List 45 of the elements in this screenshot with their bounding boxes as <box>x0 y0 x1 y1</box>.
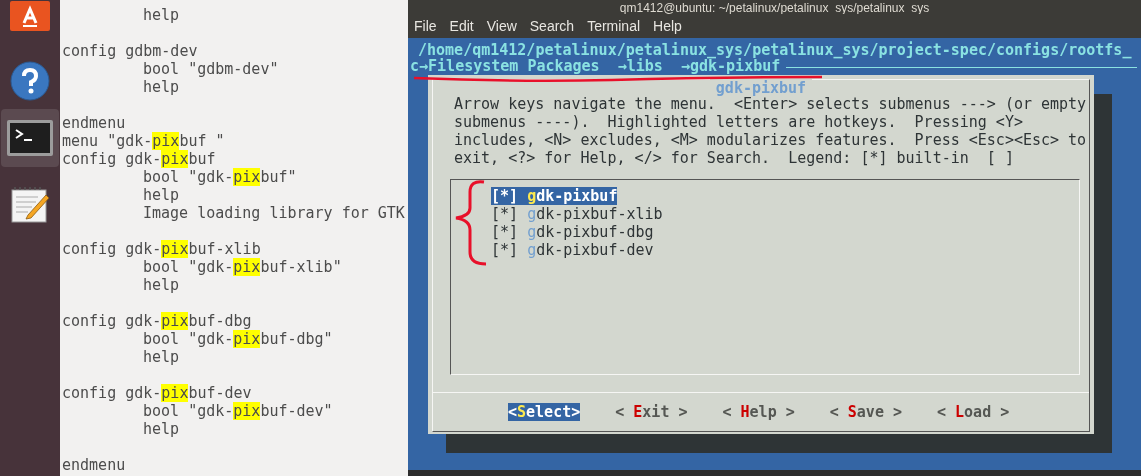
dialog-button[interactable]: < Save > <box>829 403 902 421</box>
menu-item[interactable]: File <box>414 15 437 37</box>
code-line: config gdk-pixbuf <box>62 150 217 168</box>
menu-item[interactable]: Terminal <box>587 15 641 37</box>
code-line: help <box>142 276 181 294</box>
code-line: config gdk-pixbuf-dbg <box>62 312 253 330</box>
dialog-button[interactable]: < Load > <box>937 403 1010 421</box>
launcher-item[interactable] <box>1 109 59 167</box>
breadcrumb: c→Filesystem Packages →libs →gdk-pixbuf <box>409 59 781 74</box>
menu-item[interactable]: Edit <box>449 15 474 37</box>
code-line: bool "gdk-pixbuf-xlib" <box>142 258 343 276</box>
code-line: bool "gdk-pixbuf" <box>142 168 298 186</box>
code-line: help <box>142 420 181 438</box>
menu-item[interactable]: Help <box>653 15 682 37</box>
menu-option[interactable]: [*] gdk-pixbuf-xlib <box>491 205 663 223</box>
menu-option[interactable]: [*] gdk-pixbuf-dev <box>491 241 654 259</box>
shopping-bag-icon <box>10 1 50 31</box>
code-line: config gdk-pixbuf-dev <box>62 384 253 402</box>
menu-item[interactable]: View <box>486 15 517 37</box>
code-line: endmenu <box>62 456 127 474</box>
path-line: /home/qm1412/petalinux/petalinux_sys/petalinux_sys/project-spec/configs/rootfs_ <box>418 41 1133 59</box>
code-line: endmenu <box>62 114 127 132</box>
terminal-icon <box>7 120 53 156</box>
code-line: help <box>142 186 181 204</box>
dialog-button[interactable]: < Exit > <box>615 403 688 421</box>
code-line: help <box>142 348 181 366</box>
menu-item[interactable]: Search <box>529 15 575 37</box>
code-line: menu "gdk-pixbuf " <box>62 132 226 150</box>
code-line: bool "gdbm-dev" <box>142 60 280 78</box>
code-line: bool "gdk-pixbuf-dev" <box>142 402 334 420</box>
help-icon <box>10 61 50 101</box>
code-line: bool "gdk-pixbuf-dbg" <box>142 330 334 348</box>
help-text: Arrow keys navigate the menu. <Enter> selects submenus ---> (or empty submenus ----). Highlighted letters are hotkeys. Pressing <Y> includes, <N> excludes, <M> modularizes features. Press <Esc><Esc> to exit, <?> for Help, </> for Search. Legend: [*] built-in [ ] <box>453 95 1088 167</box>
window-title: qm1412@ubuntu: ~/petalinux/petalinux_sys/petalinux_sys <box>619 2 930 14</box>
code-line: Image loading library for GTK <box>142 204 406 222</box>
dialog-title: gdk-pixbuf <box>709 79 813 97</box>
code-line: help <box>142 78 181 96</box>
code-line: config gdk-pixbuf-xlib <box>62 240 262 258</box>
code-line: help <box>142 6 181 24</box>
menu-option[interactable]: [*] gdk-pixbuf <box>491 187 618 205</box>
code-line: config gdbm-dev <box>62 42 199 60</box>
dialog-button[interactable]: < Help > <box>722 403 795 421</box>
notepad-icon <box>10 187 50 223</box>
dialog-button[interactable]: <Select> <box>508 403 581 421</box>
menu-option[interactable]: [*] gdk-pixbuf-dbg <box>491 223 654 241</box>
